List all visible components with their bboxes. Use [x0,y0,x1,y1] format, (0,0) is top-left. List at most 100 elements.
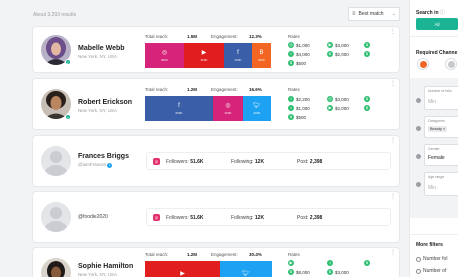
user-head-shape [50,207,62,219]
blogger-icon: B [327,51,333,57]
rates-grid: ◎ $1,000 ▶ $3,000 $ f $4,000 B $2,000 $ $ $50… [288,42,384,66]
radio-icon [416,256,421,262]
rate-item: $ [364,96,384,102]
rate-item: $ $8,000 [288,269,310,275]
rates-grid: f $2,200 ◎ $3,000 $ t $1,000 ▶ $2,000 $ $ $50… [288,96,384,120]
twitter-icon: 🐦︎ [242,270,250,277]
influencer-card[interactable]: ⋮ ✓ Robert Erickson New York, NY, USA To… [33,79,399,129]
sort-dropdown[interactable]: ≡ Best match ⌄ [348,7,400,21]
avatar-placeholder[interactable] [41,146,71,176]
influencer-card[interactable]: ⋮ Sophie Hamilton New York, NY, USA Tota… [33,248,399,277]
dollar-icon: $ [364,51,370,57]
number-followers-field[interactable]: Number of follo Min [424,86,458,110]
reach-stat: Total reach: 1.2M Engagement: 16.6% [145,87,262,92]
block-label: 350K [200,57,208,62]
instagram-icon: ◎ [225,102,231,109]
dollar-icon: $ [288,114,294,120]
youtube-icon: ▶ [327,42,333,48]
user-body-shape [45,221,67,232]
field-label: Number of follo [428,89,452,93]
following-stat: Following: 12K [231,159,265,165]
influencer-card[interactable]: ⋮ Frances Briggs @iamFrances ✓ ◎ Followe… [33,136,399,186]
influencer-location: New York, NY, USA [78,272,117,277]
all-button[interactable]: All [416,18,458,30]
youtube-block[interactable]: ▶ [145,261,220,277]
channel-blocks: f 600K ◎ 300K 🐦︎ 300K [145,96,271,121]
avatar-placeholder[interactable] [41,202,71,232]
twitter-block[interactable]: 🐦︎ [220,261,272,277]
channel-blocks: ◎ 350K ▶ 350K f 400K B 400K [145,43,271,68]
instagram-icon: ◎ [288,42,294,48]
gender-value: Female [428,155,445,161]
influencer-card[interactable]: ⋮ @foodie2020 ◎ Followers: 51.6K Followi… [33,192,399,242]
twitter-block[interactable]: 🐦︎ 300K [243,96,271,121]
gender-field[interactable]: Gender Female [424,144,458,166]
search-in-heading: Search in ⓘ [416,10,445,16]
instagram-icon: ◎ [327,96,333,102]
block-label: 350K [160,57,168,62]
influencer-name[interactable]: Frances Briggs [78,153,129,160]
field-label: Gender [428,147,440,151]
posts-stat: Post: 2,398 [297,159,323,165]
facebook-block[interactable]: f 400K [224,43,252,68]
youtube-icon: ▶ [201,49,207,56]
filter-bullet-icon [416,98,421,103]
blogger-block[interactable]: B 400K [252,43,271,68]
user-head-shape [50,151,62,163]
info-icon[interactable]: ⓘ [440,10,445,16]
kebab-menu-icon[interactable]: ⋮ [390,29,396,35]
more-filter-option[interactable]: Number of [416,268,446,274]
rate-item: $ [364,42,384,48]
influencer-name[interactable]: Robert Erickson [78,99,132,106]
block-label: 600K [175,110,183,115]
rates-label: Rates [288,87,300,92]
influencer-handle[interactable]: @foodie2020 [78,214,108,220]
field-label: Categories [428,119,445,123]
more-filters-heading: More filters [416,242,443,248]
user-body-shape [45,165,67,176]
dollar-icon: $ [327,269,333,275]
dollar-icon: $ [364,105,370,111]
rate-item: ◎ $1,000 [288,42,310,48]
twitter-icon: 🐦︎ [253,102,261,109]
rate-item: $ [364,51,384,57]
block-label: 300K [224,110,232,115]
instagram-block[interactable]: ◎ 300K [213,96,243,121]
category-chip[interactable]: Beauty × [428,126,448,132]
rate-item: t [327,260,364,266]
filter-bullet-icon [416,182,421,187]
channel-toggle-instagram[interactable] [445,58,457,70]
rate-item: ◎ $3,000 [327,96,349,102]
influencer-name[interactable]: Mabelle Webb [78,45,125,52]
youtube-icon: ▶ [327,105,333,111]
divider [410,234,458,235]
kebab-menu-icon[interactable]: ⋮ [390,138,396,144]
rate-item: $ [364,105,384,111]
instagram-icon [447,60,455,68]
rate-item: B $2,000 [327,51,349,57]
more-filter-option[interactable]: Number fol [416,256,447,262]
facebook-block[interactable]: f 600K [145,96,213,121]
age-range-field[interactable]: Age range Min [424,172,458,196]
kebab-menu-icon[interactable]: ⋮ [390,81,396,87]
avatar-photo [41,258,71,277]
verified-icon: ✓ [65,114,71,120]
avatar[interactable] [41,258,71,277]
instagram-block[interactable]: ◎ 350K [145,43,184,68]
channel-toggle-blogger[interactable] [417,58,429,70]
kebab-menu-icon[interactable]: ⋮ [390,194,396,200]
influencer-location: New York, NY, USA [78,108,117,113]
min-placeholder: Min [428,99,437,105]
kebab-menu-icon[interactable]: ⋮ [390,250,396,256]
posts-stat: Post: 2,398 [297,215,323,221]
influencer-card[interactable]: ⋮ ✓ Mabelle Webb New York, NY, USA Total… [33,27,399,72]
youtube-icon: ▶ [288,260,294,266]
results-count: About 3,293 results [33,12,77,18]
radio-icon [416,268,421,274]
rate-item: $ $500 [288,60,307,66]
divider [410,36,458,37]
youtube-block[interactable]: ▶ 350K [184,43,224,68]
influencer-name[interactable]: Sophie Hamilton [78,263,133,270]
categories-field[interactable]: Categories Beauty × [424,116,458,138]
close-icon[interactable]: × [443,127,445,131]
